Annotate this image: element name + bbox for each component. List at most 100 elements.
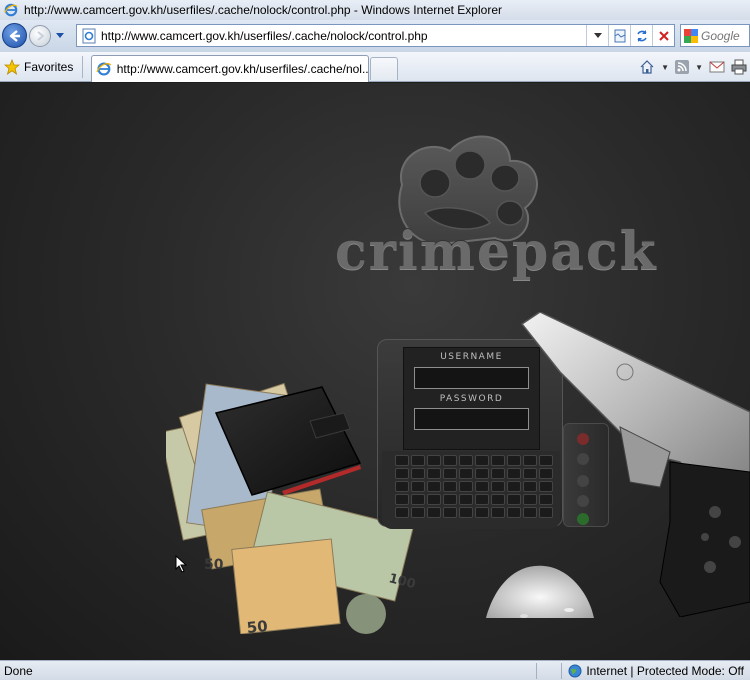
key [427,494,441,505]
mail-icon [709,61,725,73]
address-dropdown-button[interactable] [586,25,608,46]
username-field[interactable] [414,367,529,389]
status-cell [539,663,559,679]
back-button[interactable] [2,23,27,48]
tab-title: http://www.camcert.gov.kh/userfiles/.cac… [116,62,368,76]
key [459,507,473,518]
key [443,455,457,466]
tab-bar: Favorites http://www.camcert.gov.kh/user… [0,52,750,82]
key [507,481,521,492]
key [507,468,521,479]
read-mail-button[interactable] [706,57,728,77]
key [427,468,441,479]
key [459,481,473,492]
key [491,455,505,466]
refresh-icon [636,29,647,42]
key [459,468,473,479]
favorites-button[interactable]: Favorites [4,57,73,77]
key [411,507,425,518]
feeds-dropdown[interactable]: ▼ [692,57,706,77]
key [459,494,473,505]
security-zone[interactable]: Internet | Protected Mode: Off [564,664,750,678]
key [411,455,425,466]
divider [82,56,83,78]
window-title-bar: http://www.camcert.gov.kh/userfiles/.cac… [0,0,750,20]
printer-icon [731,59,747,75]
forward-button[interactable] [29,25,51,47]
key [395,455,409,466]
key [491,468,505,479]
key [475,507,489,518]
key [443,468,457,479]
key [475,455,489,466]
page-icon [82,28,96,43]
window-title: http://www.camcert.gov.kh/userfiles/.cac… [24,3,502,17]
wallet-image [214,386,362,496]
internet-explorer-icon [96,62,112,76]
google-icon [684,28,698,43]
tab-active[interactable]: http://www.camcert.gov.kh/userfiles/.cac… [91,55,369,82]
search-input[interactable] [701,28,749,43]
key [507,494,521,505]
divider [536,662,538,679]
key [411,468,425,479]
arrow-right-icon [37,31,45,41]
home-dropdown[interactable]: ▼ [658,57,672,77]
close-icon [658,30,669,41]
address-input[interactable] [101,26,586,45]
key [507,455,521,466]
powder-pile-image [486,565,594,618]
key [395,468,409,479]
status-bar: Done Internet | Protected Mode: Off [0,660,750,680]
mouse-cursor-icon [175,555,187,573]
favorites-label: Favorites [24,60,74,74]
key [475,494,489,505]
arrow-left-icon [9,29,20,42]
key [411,494,425,505]
page-content: crimepack 50 50 100 USERNAME PASSWORD [0,83,750,660]
key [475,468,489,479]
chevron-down-icon [593,32,602,38]
home-icon [640,60,654,74]
key [411,481,425,492]
key [395,481,409,492]
feeds-button[interactable] [672,57,692,77]
globe-icon [568,664,582,677]
banknote-value-label: 50 [204,557,224,573]
chevron-down-icon [56,33,64,38]
broken-page-icon [614,29,625,42]
address-bar [76,24,675,47]
key [443,507,457,518]
key [427,481,441,492]
new-tab-button[interactable] [370,57,398,80]
key [491,507,505,518]
key [443,481,457,492]
key [491,494,505,505]
key [491,481,505,492]
banknote-value-label: 50 [246,617,269,634]
security-zone-label: Internet | Protected Mode: Off [586,663,744,678]
navigation-bar [0,20,750,52]
key [427,507,441,518]
key [395,494,409,505]
stop-button[interactable] [652,25,674,46]
rss-icon [675,60,690,74]
password-field[interactable] [414,408,529,430]
internet-explorer-icon [4,3,18,17]
portrait-seal [346,594,386,634]
recent-pages-dropdown[interactable] [55,31,65,41]
print-button[interactable] [728,57,750,77]
star-icon [4,59,20,75]
refresh-button[interactable] [630,25,652,46]
key [427,455,441,466]
command-bar: ▼ ▼ [636,57,750,77]
key [443,494,457,505]
crimepack-logo-text: crimepack [335,221,658,282]
status-text: Done [4,663,33,678]
key [475,481,489,492]
home-button[interactable] [636,57,658,77]
compatibility-view-button[interactable] [608,25,630,46]
key [395,507,409,518]
search-box [680,24,750,47]
divider [561,662,563,679]
